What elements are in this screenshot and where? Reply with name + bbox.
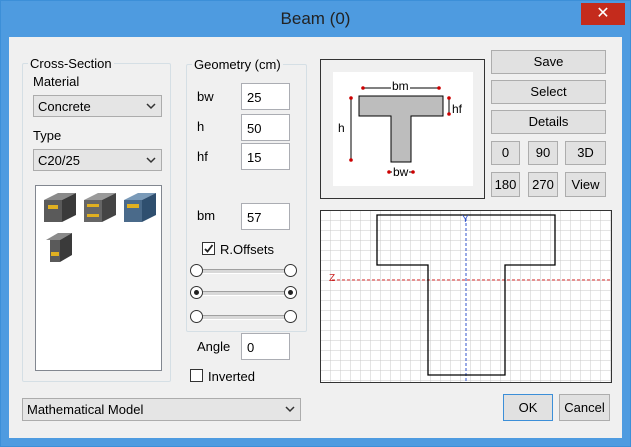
material-value: Concrete bbox=[38, 99, 91, 114]
rotate-0-button[interactable]: 0 bbox=[491, 141, 520, 165]
geometry-label: Geometry (cm) bbox=[192, 57, 283, 72]
rotate-180-button[interactable]: 180 bbox=[491, 172, 520, 197]
material-label: Material bbox=[33, 74, 80, 89]
inverted-label: Inverted bbox=[208, 369, 255, 384]
cross-section-label: Cross-Section bbox=[28, 56, 114, 71]
h-input[interactable]: 50 bbox=[241, 114, 290, 141]
select-button[interactable]: Select bbox=[491, 80, 606, 104]
angle-input[interactable]: 0 bbox=[241, 333, 290, 360]
offset-radio-top-left[interactable] bbox=[190, 264, 203, 277]
offset-track-middle bbox=[202, 291, 290, 296]
rotate-270-button[interactable]: 270 bbox=[528, 172, 558, 197]
details-button[interactable]: Details bbox=[491, 110, 606, 134]
section-type-list[interactable] bbox=[35, 185, 162, 371]
preview-hf-label: hf bbox=[452, 102, 463, 116]
close-button[interactable]: ✕ bbox=[581, 3, 625, 25]
model-value: Mathematical Model bbox=[27, 402, 144, 417]
section-icon-1[interactable] bbox=[42, 190, 78, 224]
ok-button[interactable]: OK bbox=[503, 394, 553, 421]
roffsets-checkbox[interactable] bbox=[202, 242, 215, 255]
offset-radio-top-right[interactable] bbox=[284, 264, 297, 277]
bw-label: bw bbox=[197, 89, 214, 104]
bm-input[interactable]: 57 bbox=[241, 203, 290, 230]
offset-radio-bottom-right[interactable] bbox=[284, 310, 297, 323]
chevron-down-icon bbox=[146, 103, 156, 110]
section-icon-3[interactable] bbox=[122, 190, 158, 224]
close-icon: ✕ bbox=[596, 5, 610, 22]
hf-label: hf bbox=[197, 149, 208, 164]
check-icon bbox=[204, 244, 214, 253]
type-value: C20/25 bbox=[38, 153, 80, 168]
offset-radio-bottom-left[interactable] bbox=[190, 310, 203, 323]
view-3d-button[interactable]: 3D bbox=[565, 141, 606, 165]
material-select[interactable]: Concrete bbox=[33, 95, 162, 117]
offset-radio-mid-right[interactable] bbox=[284, 286, 297, 299]
dialog-window: Beam (0) ✕ Cross-Section Material Concre… bbox=[0, 0, 631, 447]
chevron-down-icon bbox=[285, 406, 295, 413]
angle-label: Angle bbox=[197, 339, 231, 354]
type-label: Type bbox=[33, 128, 62, 143]
title-bar[interactable]: Beam (0) ✕ bbox=[1, 1, 630, 37]
section-preview: bm hf h bw bbox=[320, 59, 485, 199]
section-icon-2[interactable] bbox=[82, 190, 118, 224]
save-button[interactable]: Save bbox=[491, 50, 606, 74]
preview-h-label: h bbox=[338, 121, 345, 135]
inverted-checkbox[interactable] bbox=[190, 369, 203, 382]
offset-track-top bbox=[202, 269, 290, 274]
roffsets-label: R.Offsets bbox=[220, 242, 274, 257]
chevron-down-icon bbox=[146, 157, 156, 164]
section-icon-4[interactable] bbox=[42, 228, 78, 264]
dialog-body: Cross-Section Material Concrete Type C20… bbox=[9, 37, 622, 438]
rotate-90-button[interactable]: 90 bbox=[528, 141, 558, 165]
bw-input[interactable]: 25 bbox=[241, 83, 290, 110]
h-label: h bbox=[197, 119, 205, 134]
view-button[interactable]: View bbox=[565, 172, 606, 197]
offset-radio-mid-left[interactable] bbox=[190, 286, 203, 299]
preview-bm-label: bm bbox=[391, 79, 410, 93]
type-select[interactable]: C20/25 bbox=[33, 149, 162, 171]
canvas-y-axis-label: Y bbox=[462, 214, 469, 225]
model-select[interactable]: Mathematical Model bbox=[22, 398, 301, 421]
hf-input[interactable]: 15 bbox=[241, 143, 290, 170]
cancel-button[interactable]: Cancel bbox=[559, 394, 610, 421]
preview-bw-label: bw bbox=[392, 165, 410, 179]
canvas-z-axis-label: Z bbox=[329, 273, 336, 284]
window-title: Beam (0) bbox=[280, 9, 351, 28]
section-grid-canvas[interactable] bbox=[320, 210, 612, 383]
offset-track-bottom bbox=[202, 315, 290, 320]
bm-label: bm bbox=[197, 208, 216, 223]
